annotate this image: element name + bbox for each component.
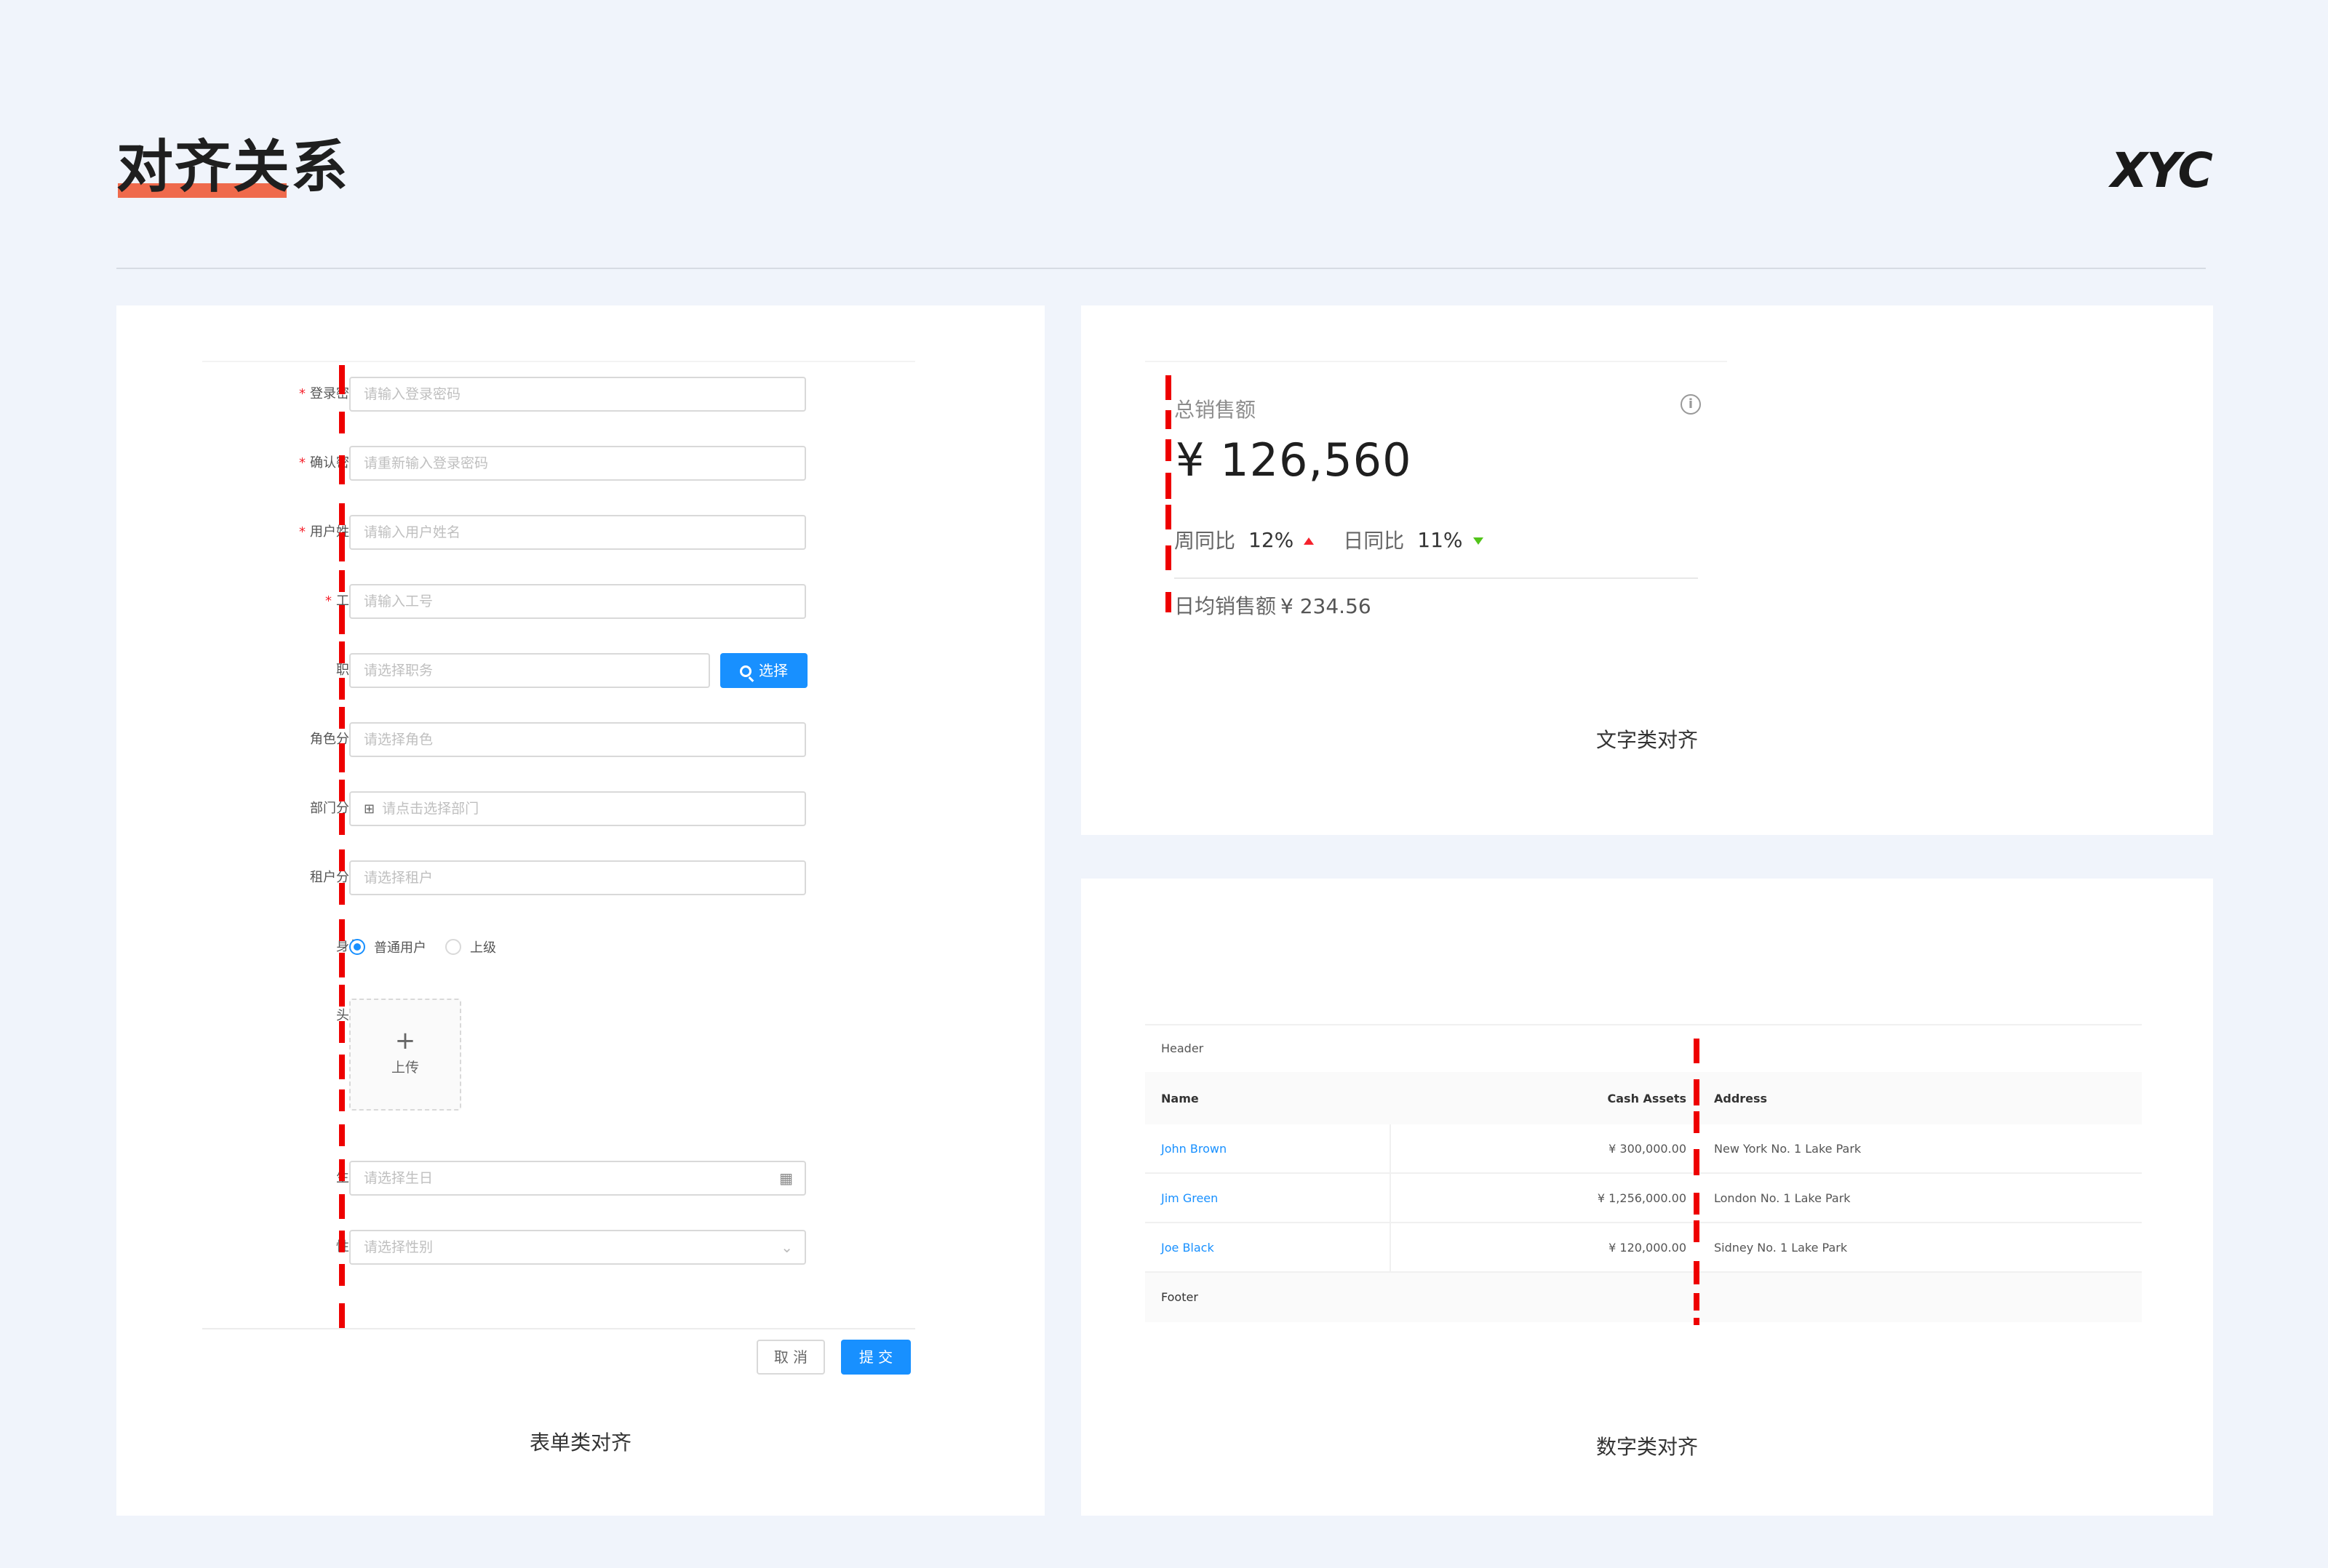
table-row: John Brown ¥ 300,000.00 New York No. 1 L… — [1145, 1124, 2142, 1174]
required-mark: * — [299, 524, 306, 540]
table-footer: Footer — [1145, 1273, 2142, 1322]
form-row-password: * 登录密码 请输入登录密码 — [202, 377, 915, 412]
header-divider — [116, 268, 2206, 269]
table-row: Joe Black ¥ 120,000.00 Sidney No. 1 Lake… — [1145, 1223, 2142, 1273]
form-row-position: 职务 请选择职务 选择 — [202, 653, 915, 688]
upload-label: 上传 — [391, 1060, 419, 1076]
identity-radio-group: 普通用户 上级 — [349, 929, 515, 964]
stat-divider — [1174, 577, 1698, 579]
employee-id-input[interactable]: 请输入工号 — [349, 584, 806, 619]
required-mark: * — [325, 593, 332, 609]
tenant-select[interactable]: 请选择租户 — [349, 860, 806, 895]
name-link[interactable]: Joe Black — [1161, 1223, 1214, 1271]
alignment-guide — [1694, 1039, 1699, 1327]
column-header-cash[interactable]: Cash Assets — [1608, 1072, 1686, 1124]
form-alignment-card: * 登录密码 请输入登录密码 * 确认密码 请重新输入登录密码 * 用户姓名 请输入用… — [116, 305, 1045, 1516]
avg-value: ¥ 234.56 — [1280, 594, 1371, 618]
address-cell: New York No. 1 Lake Park — [1714, 1141, 1862, 1156]
select-position-button[interactable]: 选择 — [720, 653, 808, 688]
required-mark: * — [299, 455, 306, 471]
stat-value: ¥ 126,560 — [1176, 433, 1412, 487]
brand-logo: XYC — [2110, 143, 2213, 199]
chevron-down-icon: ⌄ — [781, 1239, 793, 1256]
birthday-picker[interactable]: 请选择生日 ▦ — [349, 1161, 806, 1196]
text-card-caption: 文字类对齐 — [1595, 728, 1698, 752]
password-input[interactable]: 请输入登录密码 — [349, 377, 806, 412]
cash-cell: ¥ 120,000.00 — [1609, 1240, 1686, 1255]
text-alignment-card: 总销售额 i ¥ 126,560 周同比 12% 日同比 11% 日均销售额 ¥ … — [1081, 305, 2213, 835]
required-mark: * — [299, 386, 306, 401]
search-icon — [740, 665, 754, 682]
form-row-department: 部门分配 ⊞ 请点击选择部门 — [202, 791, 915, 826]
form-row-avatar: 头像 + 上传 — [202, 999, 915, 1111]
column-header-address[interactable]: Address — [1714, 1072, 1767, 1124]
avatar-upload[interactable]: + 上传 — [349, 999, 461, 1111]
stat-top-divider — [1145, 361, 1727, 362]
form-row-username: * 用户姓名 请输入用户姓名 — [202, 515, 915, 550]
cancel-button[interactable]: 取 消 — [757, 1340, 825, 1375]
page-title: 对齐关系 — [116, 135, 350, 200]
week-compare-value: 12% — [1248, 527, 1294, 552]
arrow-down-icon — [1472, 537, 1483, 545]
user-form: * 登录密码 请输入登录密码 * 确认密码 请重新输入登录密码 * 用户姓名 请输入用… — [202, 361, 915, 1375]
number-alignment-card: Header Name Cash Assets Address John Bro… — [1081, 879, 2213, 1516]
role-select[interactable]: 请选择角色 — [349, 722, 806, 757]
form-card-caption: 表单类对齐 — [529, 1431, 631, 1455]
radio-label: 普通用户 — [374, 940, 426, 956]
form-row-gender: 性别 请选择性别⌄ — [202, 1230, 915, 1265]
address-cell: London No. 1 Lake Park — [1714, 1191, 1851, 1205]
radio-superior[interactable] — [445, 939, 461, 955]
column-separator — [1390, 1174, 1391, 1222]
sales-stat-card: 总销售额 i ¥ 126,560 周同比 12% 日同比 11% 日均销售额 ¥ … — [1145, 361, 1727, 630]
table-title: Header — [1161, 1041, 1204, 1055]
form-row-birthday: 生日 请选择生日▦ — [202, 1161, 915, 1196]
day-compare-value: 11% — [1417, 527, 1463, 552]
table-card-caption: 数字类对齐 — [1595, 1435, 1698, 1459]
arrow-up-icon — [1304, 537, 1315, 545]
username-input[interactable]: 请输入用户姓名 — [349, 515, 806, 550]
day-compare-label: 日同比 — [1343, 529, 1405, 553]
column-separator — [1390, 1124, 1391, 1172]
title-wrap: 对齐关系 — [116, 131, 349, 204]
department-select[interactable]: ⊞ 请点击选择部门 — [349, 791, 806, 826]
gender-select[interactable]: 请选择性别 ⌄ — [349, 1230, 806, 1265]
name-link[interactable]: Jim Green — [1161, 1174, 1218, 1222]
radio-normal-user[interactable] — [349, 939, 365, 955]
calendar-icon: ▦ — [779, 1169, 793, 1187]
column-header-name[interactable]: Name — [1161, 1072, 1199, 1124]
form-row-tenant: 租户分配 请选择租户 — [202, 860, 915, 895]
cash-cell: ¥ 300,000.00 — [1609, 1141, 1686, 1156]
cash-cell: ¥ 1,256,000.00 — [1597, 1191, 1686, 1205]
stat-compare: 周同比 12% 日同比 11% — [1174, 525, 1483, 554]
avg-label: 日均销售额 — [1174, 594, 1277, 618]
column-separator — [1390, 1223, 1391, 1271]
address-cell: Sidney No. 1 Lake Park — [1714, 1240, 1848, 1255]
alignment-guide — [1165, 375, 1171, 615]
alignment-guide — [339, 365, 345, 1329]
confirm-password-input[interactable]: 请重新输入登录密码 — [349, 446, 806, 481]
form-row-employee-id: *工号 请输入工号 — [202, 584, 915, 619]
table-head-row: Name Cash Assets Address — [1145, 1072, 2142, 1124]
page: 对齐关系 XYC * 登录密码 请输入登录密码 * 确认密码 请重新输入登录密码 *… — [0, 0, 2328, 1568]
week-compare-label: 周同比 — [1174, 529, 1236, 553]
info-icon[interactable]: i — [1681, 394, 1701, 415]
form-row-role: 角色分配 请选择角色 — [202, 722, 915, 757]
stat-daily-average: 日均销售额 ¥ 234.56 — [1174, 591, 1371, 620]
form-footer-divider — [202, 1328, 915, 1329]
submit-button[interactable]: 提 交 — [841, 1340, 911, 1375]
table-row: Jim Green ¥ 1,256,000.00 London No. 1 La… — [1145, 1174, 2142, 1223]
form-row-confirm-password: * 确认密码 请重新输入登录密码 — [202, 446, 915, 481]
stat-label: 总销售额 — [1174, 398, 1256, 422]
plus-icon: + — [394, 1026, 416, 1055]
position-input[interactable]: 请选择职务 — [349, 653, 710, 688]
name-link[interactable]: John Brown — [1161, 1124, 1227, 1172]
form-row-identity: 身份 普通用户 上级 — [202, 929, 915, 964]
form-top-divider — [202, 361, 915, 362]
org-tree-icon: ⊞ — [364, 801, 375, 817]
radio-label: 上级 — [470, 940, 496, 956]
